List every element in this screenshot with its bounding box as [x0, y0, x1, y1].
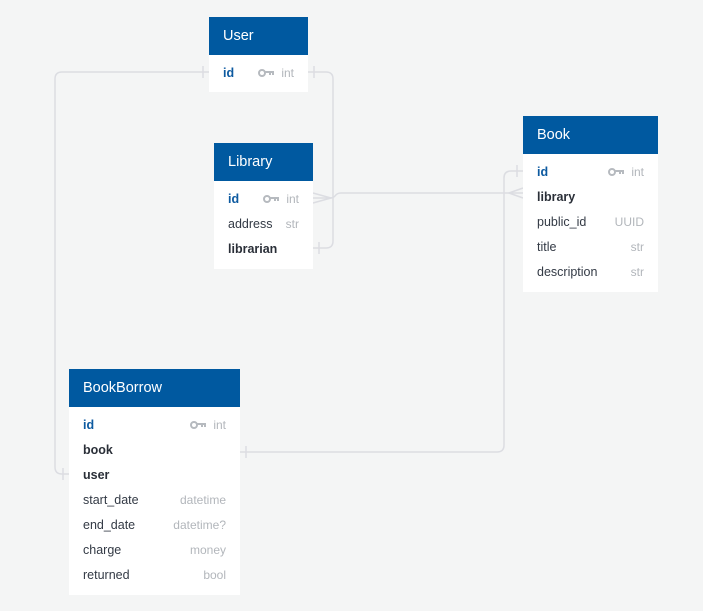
key-icon	[263, 194, 280, 203]
field-row[interactable]: description str	[523, 259, 658, 284]
field-name: book	[83, 442, 113, 457]
table-fields: id int library public_id UUID title str …	[523, 154, 658, 292]
field-name: title	[537, 239, 557, 254]
key-icon	[190, 420, 207, 429]
table-header[interactable]: Book	[523, 116, 658, 154]
table-header[interactable]: User	[209, 17, 308, 55]
field-name: end_date	[83, 517, 136, 532]
field-name: id	[83, 417, 95, 432]
field-type: int	[213, 417, 226, 432]
crowfoot-icon	[506, 187, 524, 199]
table-library[interactable]: Library id int address str librarian	[214, 143, 313, 269]
field-type: str	[630, 239, 644, 254]
table-title: User	[223, 28, 254, 44]
field-name: id	[223, 65, 235, 80]
table-bookborrow[interactable]: BookBorrow id int book user start_date d…	[69, 369, 240, 595]
field-row[interactable]: id int	[69, 412, 240, 437]
field-type: UUID	[614, 214, 644, 229]
field-type: bool	[203, 567, 226, 582]
table-header[interactable]: Library	[214, 143, 313, 181]
field-row[interactable]: id int	[523, 159, 658, 184]
field-name: description	[537, 264, 598, 279]
field-type: int	[281, 65, 294, 80]
field-row[interactable]: book	[69, 437, 240, 462]
field-row[interactable]: start_date datetime	[69, 487, 240, 512]
field-row[interactable]: library	[523, 184, 658, 209]
key-icon	[258, 68, 275, 77]
field-type: str	[630, 264, 644, 279]
field-row[interactable]: charge money	[69, 537, 240, 562]
field-name: id	[537, 164, 549, 179]
field-row[interactable]: public_id UUID	[523, 209, 658, 234]
field-name: start_date	[83, 492, 139, 507]
field-name: library	[537, 189, 576, 204]
field-row[interactable]: returned bool	[69, 562, 240, 587]
table-book[interactable]: Book id int library public_id UUID title…	[523, 116, 658, 292]
field-row[interactable]: address str	[214, 211, 313, 236]
field-type: datetime?	[173, 517, 226, 532]
field-row[interactable]: id int	[209, 60, 308, 85]
field-name: user	[83, 467, 110, 482]
table-fields: id int book user start_date datetime end…	[69, 407, 240, 595]
table-user[interactable]: User id int	[209, 17, 308, 92]
table-title: Library	[228, 154, 273, 170]
field-type: int	[286, 191, 299, 206]
field-type: str	[285, 216, 299, 231]
field-name: id	[228, 191, 240, 206]
link-library-book	[313, 192, 523, 199]
field-name: address	[228, 216, 273, 231]
field-row[interactable]: user	[69, 462, 240, 487]
key-icon	[608, 167, 625, 176]
field-name: librarian	[228, 241, 278, 256]
field-name: returned	[83, 567, 130, 582]
table-fields: id int	[209, 55, 308, 92]
field-row[interactable]: librarian	[214, 236, 313, 261]
field-name: public_id	[537, 214, 587, 229]
field-type: datetime	[179, 492, 226, 507]
table-title: BookBorrow	[83, 380, 162, 396]
table-header[interactable]: BookBorrow	[69, 369, 240, 407]
field-row[interactable]: end_date datetime?	[69, 512, 240, 537]
crowfoot-icon	[312, 192, 334, 204]
field-type: int	[631, 164, 644, 179]
field-type: money	[189, 542, 226, 557]
table-fields: id int address str librarian	[214, 181, 313, 269]
table-title: Book	[537, 127, 571, 143]
field-row[interactable]: id int	[214, 186, 313, 211]
field-name: charge	[83, 542, 122, 557]
field-row[interactable]: title str	[523, 234, 658, 259]
